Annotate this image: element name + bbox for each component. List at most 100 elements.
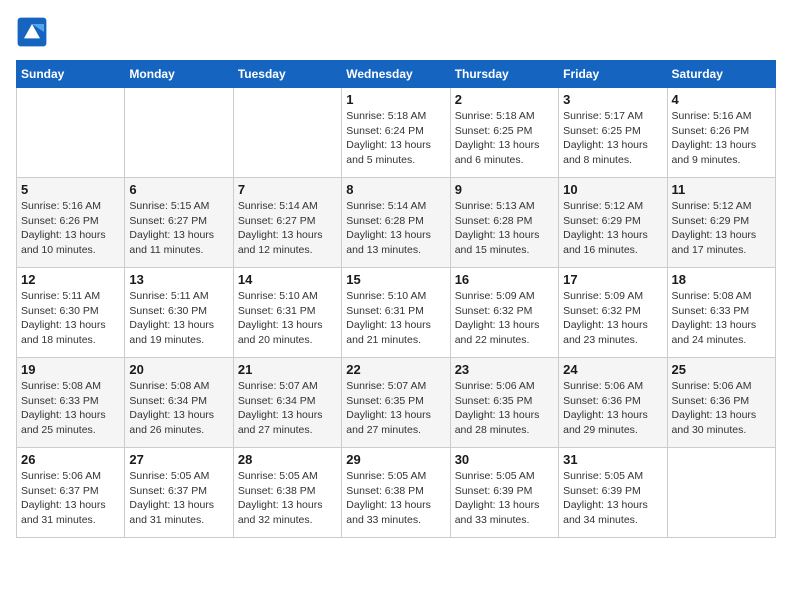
calendar-cell: 24 Sunrise: 5:06 AM Sunset: 6:36 PM Dayli… (559, 358, 667, 448)
day-number: 23 (455, 362, 554, 377)
calendar-table: SundayMondayTuesdayWednesdayThursdayFrid… (16, 60, 776, 538)
day-number: 7 (238, 182, 337, 197)
calendar-cell: 31 Sunrise: 5:05 AM Sunset: 6:39 PM Dayli… (559, 448, 667, 538)
calendar-cell: 27 Sunrise: 5:05 AM Sunset: 6:37 PM Dayli… (125, 448, 233, 538)
day-info: Sunrise: 5:12 AM Sunset: 6:29 PM Dayligh… (563, 199, 662, 258)
day-info: Sunrise: 5:08 AM Sunset: 6:33 PM Dayligh… (672, 289, 771, 348)
calendar-cell: 3 Sunrise: 5:17 AM Sunset: 6:25 PM Daylig… (559, 88, 667, 178)
day-number: 12 (21, 272, 120, 287)
day-info: Sunrise: 5:18 AM Sunset: 6:24 PM Dayligh… (346, 109, 445, 168)
calendar-cell: 19 Sunrise: 5:08 AM Sunset: 6:33 PM Dayli… (17, 358, 125, 448)
day-info: Sunrise: 5:08 AM Sunset: 6:34 PM Dayligh… (129, 379, 228, 438)
day-info: Sunrise: 5:06 AM Sunset: 6:37 PM Dayligh… (21, 469, 120, 528)
day-info: Sunrise: 5:07 AM Sunset: 6:35 PM Dayligh… (346, 379, 445, 438)
day-info: Sunrise: 5:06 AM Sunset: 6:36 PM Dayligh… (672, 379, 771, 438)
calendar-week-row: 19 Sunrise: 5:08 AM Sunset: 6:33 PM Dayli… (17, 358, 776, 448)
weekday-header-row: SundayMondayTuesdayWednesdayThursdayFrid… (17, 61, 776, 88)
calendar-cell: 23 Sunrise: 5:06 AM Sunset: 6:35 PM Dayli… (450, 358, 558, 448)
calendar-cell: 12 Sunrise: 5:11 AM Sunset: 6:30 PM Dayli… (17, 268, 125, 358)
day-info: Sunrise: 5:11 AM Sunset: 6:30 PM Dayligh… (21, 289, 120, 348)
day-info: Sunrise: 5:07 AM Sunset: 6:34 PM Dayligh… (238, 379, 337, 438)
day-info: Sunrise: 5:05 AM Sunset: 6:39 PM Dayligh… (455, 469, 554, 528)
day-number: 31 (563, 452, 662, 467)
day-info: Sunrise: 5:12 AM Sunset: 6:29 PM Dayligh… (672, 199, 771, 258)
day-info: Sunrise: 5:14 AM Sunset: 6:27 PM Dayligh… (238, 199, 337, 258)
calendar-cell: 5 Sunrise: 5:16 AM Sunset: 6:26 PM Daylig… (17, 178, 125, 268)
weekday-header-tuesday: Tuesday (233, 61, 341, 88)
weekday-header-sunday: Sunday (17, 61, 125, 88)
day-number: 18 (672, 272, 771, 287)
day-number: 30 (455, 452, 554, 467)
calendar-week-row: 1 Sunrise: 5:18 AM Sunset: 6:24 PM Daylig… (17, 88, 776, 178)
day-number: 19 (21, 362, 120, 377)
day-info: Sunrise: 5:17 AM Sunset: 6:25 PM Dayligh… (563, 109, 662, 168)
day-number: 29 (346, 452, 445, 467)
day-info: Sunrise: 5:05 AM Sunset: 6:38 PM Dayligh… (238, 469, 337, 528)
day-number: 20 (129, 362, 228, 377)
day-info: Sunrise: 5:09 AM Sunset: 6:32 PM Dayligh… (455, 289, 554, 348)
day-info: Sunrise: 5:09 AM Sunset: 6:32 PM Dayligh… (563, 289, 662, 348)
calendar-cell: 25 Sunrise: 5:06 AM Sunset: 6:36 PM Dayli… (667, 358, 775, 448)
calendar-week-row: 12 Sunrise: 5:11 AM Sunset: 6:30 PM Dayli… (17, 268, 776, 358)
calendar-cell: 20 Sunrise: 5:08 AM Sunset: 6:34 PM Dayli… (125, 358, 233, 448)
day-number: 24 (563, 362, 662, 377)
weekday-header-thursday: Thursday (450, 61, 558, 88)
day-info: Sunrise: 5:16 AM Sunset: 6:26 PM Dayligh… (672, 109, 771, 168)
day-info: Sunrise: 5:16 AM Sunset: 6:26 PM Dayligh… (21, 199, 120, 258)
day-info: Sunrise: 5:15 AM Sunset: 6:27 PM Dayligh… (129, 199, 228, 258)
day-number: 15 (346, 272, 445, 287)
weekday-header-friday: Friday (559, 61, 667, 88)
calendar-cell: 21 Sunrise: 5:07 AM Sunset: 6:34 PM Dayli… (233, 358, 341, 448)
calendar-cell: 28Sunrise: 5:05 AM Sunset: 6:38 PM Dayli… (233, 448, 341, 538)
day-number: 17 (563, 272, 662, 287)
day-number: 22 (346, 362, 445, 377)
day-info: Sunrise: 5:10 AM Sunset: 6:31 PM Dayligh… (238, 289, 337, 348)
logo (16, 16, 52, 48)
day-number: 26 (21, 452, 120, 467)
day-info: Sunrise: 5:06 AM Sunset: 6:36 PM Dayligh… (563, 379, 662, 438)
day-number: 25 (672, 362, 771, 377)
calendar-cell: 16Sunrise: 5:09 AM Sunset: 6:32 PM Dayli… (450, 268, 558, 358)
day-info: Sunrise: 5:05 AM Sunset: 6:38 PM Dayligh… (346, 469, 445, 528)
calendar-week-row: 26 Sunrise: 5:06 AM Sunset: 6:37 PM Dayli… (17, 448, 776, 538)
day-info: Sunrise: 5:06 AM Sunset: 6:35 PM Dayligh… (455, 379, 554, 438)
day-number: 13 (129, 272, 228, 287)
day-info: Sunrise: 5:14 AM Sunset: 6:28 PM Dayligh… (346, 199, 445, 258)
calendar-cell (667, 448, 775, 538)
calendar-week-row: 5 Sunrise: 5:16 AM Sunset: 6:26 PM Daylig… (17, 178, 776, 268)
day-info: Sunrise: 5:13 AM Sunset: 6:28 PM Dayligh… (455, 199, 554, 258)
day-info: Sunrise: 5:05 AM Sunset: 6:39 PM Dayligh… (563, 469, 662, 528)
day-number: 2 (455, 92, 554, 107)
day-number: 3 (563, 92, 662, 107)
calendar-cell: 6 Sunrise: 5:15 AM Sunset: 6:27 PM Daylig… (125, 178, 233, 268)
weekday-header-monday: Monday (125, 61, 233, 88)
day-number: 5 (21, 182, 120, 197)
calendar-cell (17, 88, 125, 178)
calendar-cell: 9 Sunrise: 5:13 AM Sunset: 6:28 PM Daylig… (450, 178, 558, 268)
calendar-cell: 1 Sunrise: 5:18 AM Sunset: 6:24 PM Daylig… (342, 88, 450, 178)
calendar-cell: 10 Sunrise: 5:12 AM Sunset: 6:29 PM Dayli… (559, 178, 667, 268)
calendar-cell: 18 Sunrise: 5:08 AM Sunset: 6:33 PM Dayli… (667, 268, 775, 358)
calendar-cell: 14Sunrise: 5:10 AM Sunset: 6:31 PM Dayli… (233, 268, 341, 358)
page-header (16, 16, 776, 48)
day-info: Sunrise: 5:05 AM Sunset: 6:37 PM Dayligh… (129, 469, 228, 528)
day-number: 8 (346, 182, 445, 197)
calendar-cell: 26 Sunrise: 5:06 AM Sunset: 6:37 PM Dayli… (17, 448, 125, 538)
day-number: 27 (129, 452, 228, 467)
calendar-cell: 13 Sunrise: 5:11 AM Sunset: 6:30 PM Dayli… (125, 268, 233, 358)
day-info: Sunrise: 5:11 AM Sunset: 6:30 PM Dayligh… (129, 289, 228, 348)
calendar-cell: 22 Sunrise: 5:07 AM Sunset: 6:35 PM Dayli… (342, 358, 450, 448)
day-number: 10 (563, 182, 662, 197)
calendar-cell: 4Sunrise: 5:16 AM Sunset: 6:26 PM Daylig… (667, 88, 775, 178)
day-info: Sunrise: 5:08 AM Sunset: 6:33 PM Dayligh… (21, 379, 120, 438)
weekday-header-saturday: Saturday (667, 61, 775, 88)
calendar-cell: 11 Sunrise: 5:12 AM Sunset: 6:29 PM Dayli… (667, 178, 775, 268)
day-number: 11 (672, 182, 771, 197)
day-info: Sunrise: 5:10 AM Sunset: 6:31 PM Dayligh… (346, 289, 445, 348)
calendar-cell (125, 88, 233, 178)
day-number: 21 (238, 362, 337, 377)
day-number: 1 (346, 92, 445, 107)
day-number: 6 (129, 182, 228, 197)
day-number: 9 (455, 182, 554, 197)
day-info: Sunrise: 5:18 AM Sunset: 6:25 PM Dayligh… (455, 109, 554, 168)
